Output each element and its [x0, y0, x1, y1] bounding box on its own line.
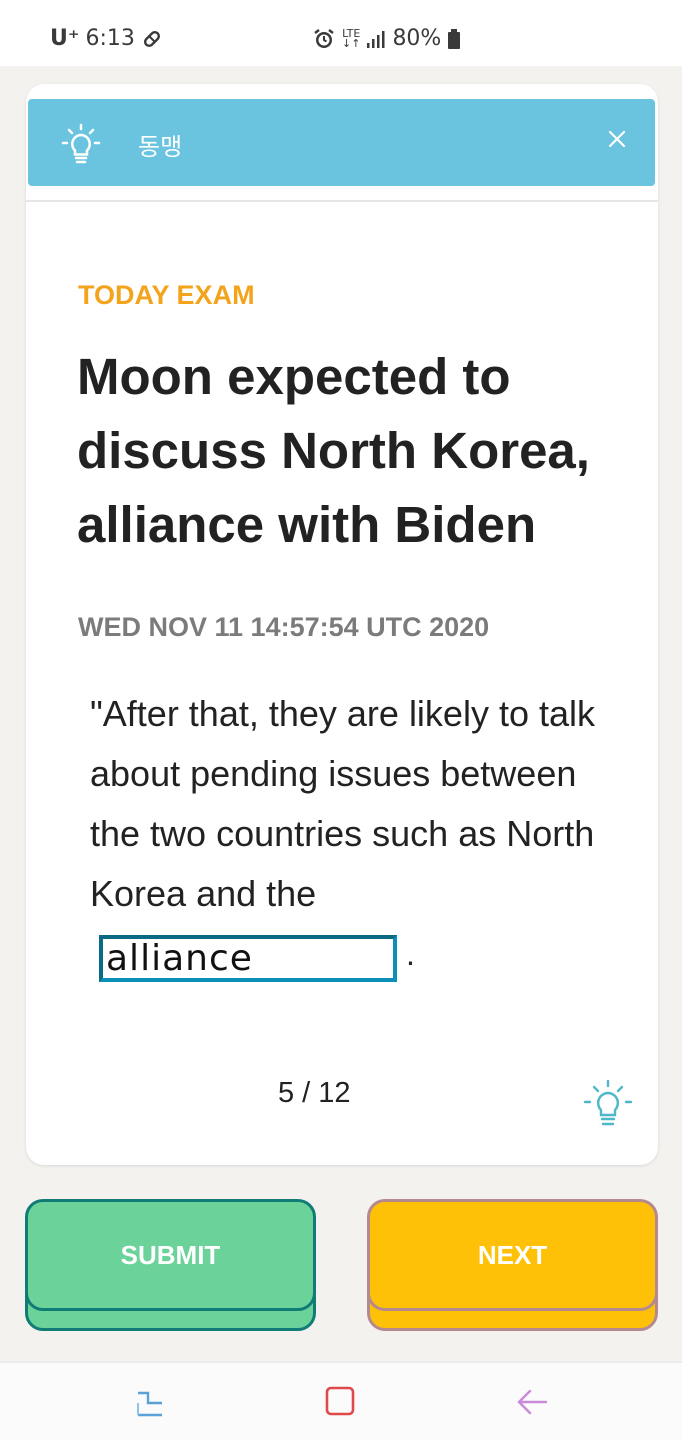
battery-percent: 80% [392, 26, 442, 51]
banner-label: 동맹 [138, 133, 183, 161]
back-icon[interactable] [514, 1385, 550, 1424]
section-label: TODAY EXAM [78, 280, 255, 310]
answer-field[interactable] [99, 935, 397, 982]
exam-card: 동맹 TODAY EXAM Moon expected to discuss N… [26, 84, 658, 1165]
clock: 6:13 [85, 26, 135, 51]
home-icon[interactable] [324, 1385, 358, 1424]
recent-apps-icon[interactable] [134, 1385, 166, 1426]
lte-icon: LTE ↓↑ [342, 28, 361, 50]
hint-lightbulb-icon[interactable] [582, 1078, 634, 1135]
close-icon[interactable] [607, 129, 627, 154]
word-banner: 동맹 [28, 99, 655, 186]
submit-button[interactable]: SUBMIT [25, 1199, 316, 1331]
carrier-label: U⁺ [50, 26, 80, 51]
next-button-face[interactable]: NEXT [367, 1199, 658, 1311]
next-label: NEXT [477, 1239, 548, 1270]
answer-input[interactable] [103, 939, 393, 978]
submit-label: SUBMIT [120, 1239, 221, 1270]
pill-icon [141, 28, 163, 50]
status-bar: U⁺ 6:13 LTE ↓↑ 80% [0, 0, 682, 66]
submit-button-face[interactable]: SUBMIT [25, 1199, 316, 1311]
page-counter: 5 / 12 [278, 1077, 351, 1109]
headline: Moon expected to discuss North Korea, al… [77, 348, 590, 553]
next-button[interactable]: NEXT [367, 1199, 658, 1331]
system-nav-bar [0, 1361, 682, 1440]
lightbulb-icon [61, 123, 101, 170]
signal-icon [366, 29, 386, 49]
sentence-period: . [406, 936, 415, 972]
status-right: LTE ↓↑ 80% [312, 26, 461, 51]
alarm-icon [312, 27, 336, 51]
quote-text: "After that, they are likely to talk abo… [90, 693, 596, 914]
status-left: U⁺ 6:13 [50, 26, 163, 51]
article-date: WED NOV 11 14:57:54 UTC 2020 [78, 612, 490, 642]
battery-icon [447, 28, 461, 50]
divider [26, 200, 658, 202]
lte-arrows: ↓↑ [342, 36, 361, 50]
